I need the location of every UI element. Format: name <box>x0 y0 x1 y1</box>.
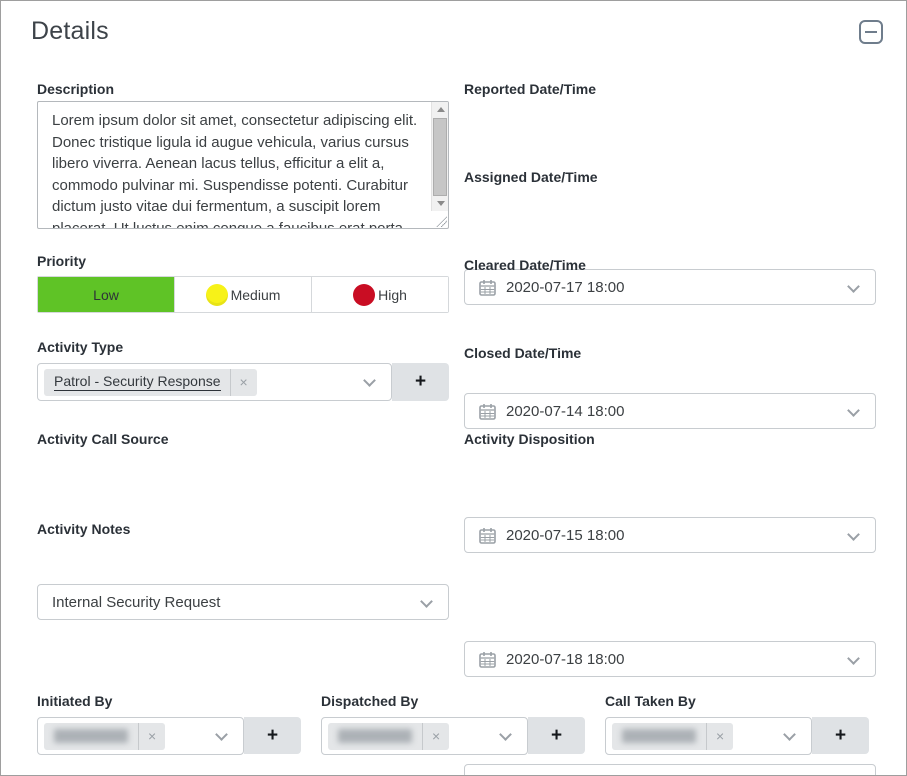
chip-remove-button[interactable]: × <box>422 722 449 750</box>
chip-text: Patrol - Security Response <box>54 373 221 391</box>
calendar-icon <box>479 279 496 296</box>
call-taken-by-label: Call Taken By <box>605 693 696 709</box>
assigned-date-field[interactable]: 2020-07-14 18:00 <box>464 393 876 429</box>
details-panel: Details Description Lorem ipsum dolor si… <box>0 0 907 776</box>
closed-date-value: 2020-07-18 18:00 <box>506 650 625 668</box>
priority-medium-label: Medium <box>230 286 281 303</box>
chevron-down-icon <box>363 374 376 387</box>
chevron-down-icon <box>215 728 228 741</box>
initiated-by-chip: × <box>44 722 166 750</box>
chevron-down-icon <box>783 728 796 741</box>
dispatched-by-select[interactable]: × <box>321 717 528 755</box>
scrollbar-thumb[interactable] <box>433 118 447 196</box>
assigned-date-label: Assigned Date/Time <box>464 169 598 185</box>
activity-call-source-value: Internal Security Request <box>52 593 221 611</box>
activity-type-select[interactable]: Patrol - Security Response × <box>37 363 392 401</box>
reported-date-label: Reported Date/Time <box>464 81 596 97</box>
initiated-by-control: × + <box>37 717 301 755</box>
description-text: Lorem ipsum dolor sit amet, consectetur … <box>52 112 418 228</box>
triangle-up-icon <box>436 107 445 112</box>
scroll-up-button[interactable] <box>432 102 448 117</box>
collapse-button[interactable] <box>859 20 883 44</box>
priority-button-group: Low Medium High <box>37 276 449 313</box>
priority-label: Priority <box>37 253 87 269</box>
chip-remove-button[interactable]: × <box>138 722 165 750</box>
calendar-icon <box>479 403 496 420</box>
activity-disposition-label: Activity Disposition <box>464 431 595 447</box>
reported-date-value: 2020-07-17 18:00 <box>506 278 625 296</box>
chevron-down-icon <box>847 280 860 293</box>
activity-notes-label: Activity Notes <box>37 521 131 537</box>
resize-handle-icon[interactable] <box>434 214 447 227</box>
chevron-down-icon <box>499 728 512 741</box>
priority-low-label: Low <box>93 286 119 303</box>
dispatched-by-label: Dispatched By <box>321 693 419 709</box>
initiated-by-select[interactable]: × <box>37 717 244 755</box>
reported-date-field[interactable]: 2020-07-17 18:00 <box>464 269 876 305</box>
closed-date-label: Closed Date/Time <box>464 345 582 361</box>
dispatched-by-add-button[interactable]: + <box>528 717 585 754</box>
initiated-by-add-button[interactable]: + <box>244 717 301 754</box>
activity-call-source-label: Activity Call Source <box>37 431 169 447</box>
chevron-down-icon <box>847 528 860 541</box>
activity-disposition-select[interactable]: Waiting for Review <box>464 764 876 775</box>
description-label: Description <box>37 81 115 97</box>
chip-remove-button[interactable]: × <box>706 722 733 750</box>
assigned-date-value: 2020-07-14 18:00 <box>506 402 625 420</box>
description-scrollbar[interactable] <box>431 102 448 211</box>
description-textarea[interactable]: Lorem ipsum dolor sit amet, consectetur … <box>37 101 449 229</box>
priority-option-low[interactable]: Low <box>38 277 174 312</box>
activity-type-chip: Patrol - Security Response × <box>44 368 257 396</box>
yellow-circle-icon <box>205 283 228 306</box>
calendar-icon <box>479 651 496 668</box>
call-taken-by-add-button[interactable]: + <box>812 717 869 754</box>
activity-call-source-select[interactable]: Internal Security Request <box>37 584 449 620</box>
call-taken-by-select[interactable]: × <box>605 717 812 755</box>
activity-type-label: Activity Type <box>37 339 124 355</box>
page-title: Details <box>31 17 109 45</box>
dispatched-by-chip: × <box>328 722 450 750</box>
calendar-icon <box>479 527 496 544</box>
minus-icon <box>865 31 877 33</box>
priority-option-high[interactable]: High <box>311 277 448 312</box>
activity-type-add-button[interactable]: + <box>392 363 449 401</box>
priority-high-label: High <box>378 286 407 303</box>
triangle-down-icon <box>436 201 445 206</box>
red-circle-icon <box>353 283 376 306</box>
dispatched-by-control: × + <box>321 717 585 755</box>
chip-remove-button[interactable]: × <box>229 368 257 396</box>
chevron-down-icon <box>847 652 860 665</box>
redacted-name <box>54 729 128 743</box>
chevron-down-icon <box>420 595 433 608</box>
chevron-down-icon <box>847 404 860 417</box>
cleared-date-label: Cleared Date/Time <box>464 257 586 273</box>
call-taken-by-control: × + <box>605 717 869 755</box>
redacted-name <box>622 729 696 743</box>
call-taken-by-chip: × <box>612 722 734 750</box>
priority-option-medium[interactable]: Medium <box>174 277 311 312</box>
redacted-name <box>338 729 412 743</box>
cleared-date-value: 2020-07-15 18:00 <box>506 526 625 544</box>
closed-date-field[interactable]: 2020-07-18 18:00 <box>464 641 876 677</box>
cleared-date-field[interactable]: 2020-07-15 18:00 <box>464 517 876 553</box>
initiated-by-label: Initiated By <box>37 693 113 709</box>
activity-type-control: Patrol - Security Response × + <box>37 363 449 401</box>
scroll-down-button[interactable] <box>432 196 448 211</box>
